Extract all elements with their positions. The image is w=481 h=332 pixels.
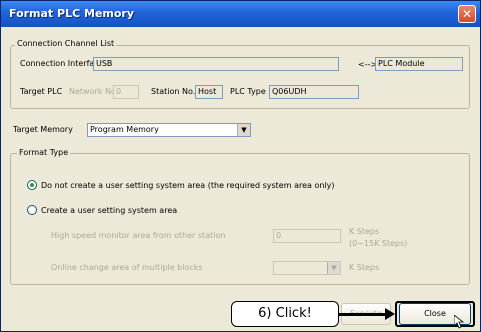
annotation-arrow-head — [385, 308, 395, 320]
chevron-down-icon[interactable]: ▼ — [237, 124, 250, 136]
high-speed-monitor-label: High speed monitor area from other stati… — [51, 231, 226, 240]
connection-channel-group: Connection Channel List — [10, 39, 470, 109]
k-steps-range: (0~15K Steps) — [349, 239, 408, 248]
station-no-field: Host — [195, 85, 223, 99]
k-steps-label-2: K Steps — [349, 263, 380, 272]
target-memory-select[interactable]: Program Memory ▼ — [87, 123, 251, 137]
radio-create-user-area[interactable] — [27, 205, 37, 215]
online-change-label: Online change area of multiple blocks — [51, 263, 203, 272]
plc-module-field: PLC Module — [375, 57, 463, 71]
station-no-label: Station No. — [151, 87, 196, 96]
target-memory-value: Program Memory — [90, 125, 159, 134]
k-steps-label: K Steps — [349, 227, 380, 236]
close-window-icon[interactable]: ✕ — [458, 5, 476, 23]
annotation-arrow-line — [339, 313, 389, 316]
format-plc-memory-dialog: Format PLC Memory ✕ Connection Channel L… — [0, 0, 481, 332]
plc-type-field: Q06UDH — [269, 85, 359, 99]
connection-interface-field: USB — [93, 57, 339, 71]
connection-channel-title: Connection Channel List — [15, 39, 117, 48]
format-type-title: Format Type — [17, 148, 71, 157]
target-plc-label: Target PLC — [20, 87, 63, 96]
chevron-down-icon[interactable]: ▼ — [327, 262, 340, 274]
connection-interface-label: Connection Interface — [20, 59, 104, 68]
online-change-select[interactable]: ▼ — [273, 261, 341, 275]
window-title: Format PLC Memory — [9, 7, 135, 20]
plc-type-label: PLC Type — [230, 87, 266, 96]
option-no-user-area-label[interactable]: Do not create a user setting system area… — [41, 181, 335, 190]
title-bar[interactable]: Format PLC Memory ✕ — [1, 1, 480, 27]
radio-no-user-area[interactable] — [27, 180, 37, 190]
option-create-user-area-label[interactable]: Create a user setting system area — [41, 206, 177, 215]
high-speed-monitor-field[interactable]: 0 — [273, 229, 341, 243]
network-no-label: Network No. — [69, 87, 119, 96]
network-no-field: 0 — [113, 85, 139, 99]
click-callout: 6) Click! — [231, 301, 339, 327]
target-memory-label: Target Memory — [13, 125, 73, 134]
mouse-cursor-icon — [454, 315, 464, 329]
